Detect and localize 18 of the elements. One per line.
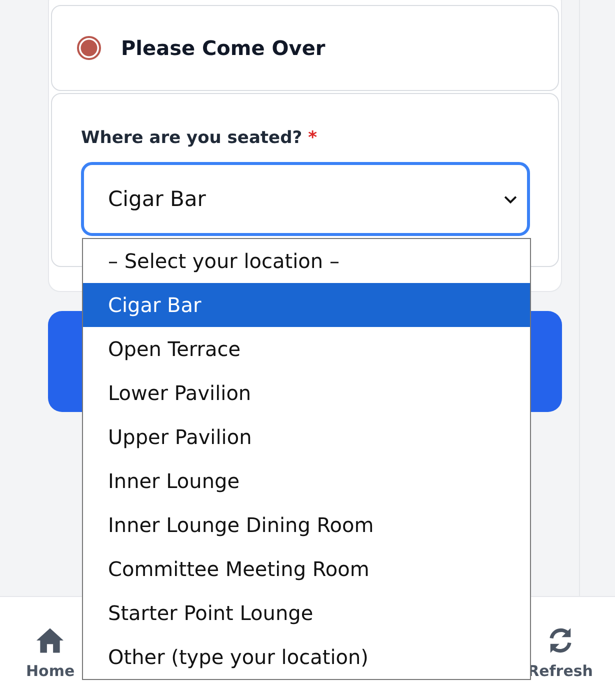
dropdown-option[interactable]: Lower Pavilion: [83, 371, 530, 415]
dropdown-option[interactable]: Open Terrace: [83, 327, 530, 371]
radio-button[interactable]: [77, 36, 101, 60]
required-mark: *: [308, 128, 317, 148]
dropdown-option[interactable]: Cigar Bar: [83, 283, 530, 327]
location-select[interactable]: Cigar Bar: [81, 162, 530, 236]
option-label: Please Come Over: [121, 36, 326, 60]
dropdown-option[interactable]: Committee Meeting Room: [83, 547, 530, 591]
field-label: Where are you seated?: [81, 128, 302, 148]
home-icon: [35, 627, 66, 654]
dropdown-option[interactable]: – Select your location –: [83, 239, 530, 283]
nav-item[interactable]: Home: [26, 627, 75, 697]
dropdown-option[interactable]: Other (type your location): [83, 635, 530, 679]
dropdown-option[interactable]: Upper Pavilion: [83, 415, 530, 459]
dropdown-option[interactable]: Starter Point Lounge: [83, 591, 530, 635]
chevron-down-icon: [504, 194, 517, 204]
dropdown-option[interactable]: Inner Lounge Dining Room: [83, 503, 530, 547]
dropdown-option[interactable]: Inner Lounge: [83, 459, 530, 503]
